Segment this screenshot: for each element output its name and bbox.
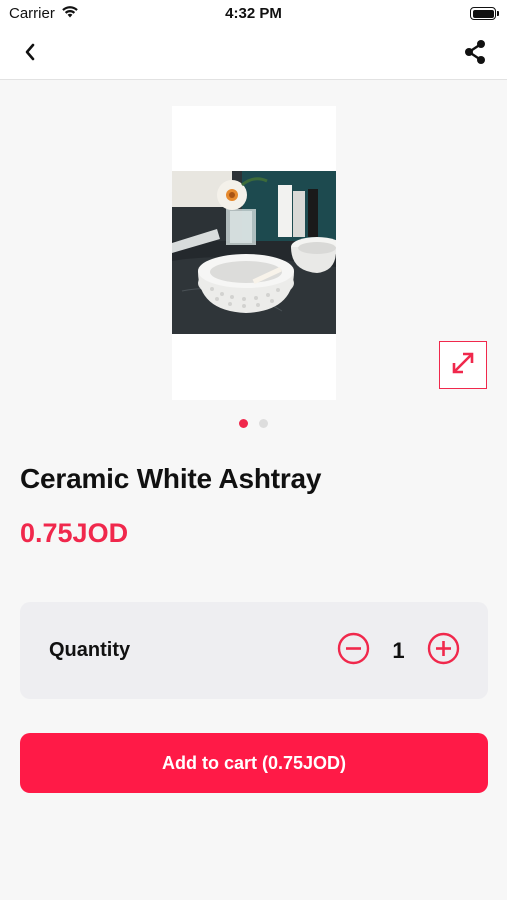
- status-bar: Carrier 4:32 PM: [0, 0, 507, 28]
- quantity-stepper: 1: [337, 632, 460, 670]
- expand-arrows-icon: [450, 350, 476, 381]
- quantity-label: Quantity: [49, 639, 131, 661]
- battery-icon: [470, 7, 499, 20]
- chevron-left-icon: [24, 43, 36, 66]
- share-button[interactable]: [459, 38, 491, 70]
- add-to-cart-button[interactable]: Add to cart (0.75JOD): [20, 733, 488, 793]
- product-image-card[interactable]: [172, 106, 336, 400]
- share-icon: [462, 39, 488, 70]
- product-photo: [172, 171, 336, 334]
- decrease-quantity-button[interactable]: [337, 632, 370, 670]
- product-title: Ceramic White Ashtray: [20, 463, 322, 494]
- nav-bar: [0, 28, 507, 80]
- increase-quantity-button[interactable]: [427, 632, 460, 670]
- back-button[interactable]: [14, 40, 46, 68]
- quantity-card: Quantity 1: [20, 602, 488, 699]
- expand-image-button[interactable]: [439, 341, 487, 389]
- quantity-value: 1: [392, 637, 405, 663]
- plus-circle-icon: [427, 632, 460, 670]
- product-price: 0.75JOD: [20, 518, 129, 548]
- pagination-dot[interactable]: [259, 419, 268, 428]
- status-time: 4:32 PM: [225, 5, 282, 22]
- gallery-pagination: [0, 419, 507, 428]
- minus-circle-icon: [337, 632, 370, 670]
- pagination-dot-active[interactable]: [239, 419, 248, 428]
